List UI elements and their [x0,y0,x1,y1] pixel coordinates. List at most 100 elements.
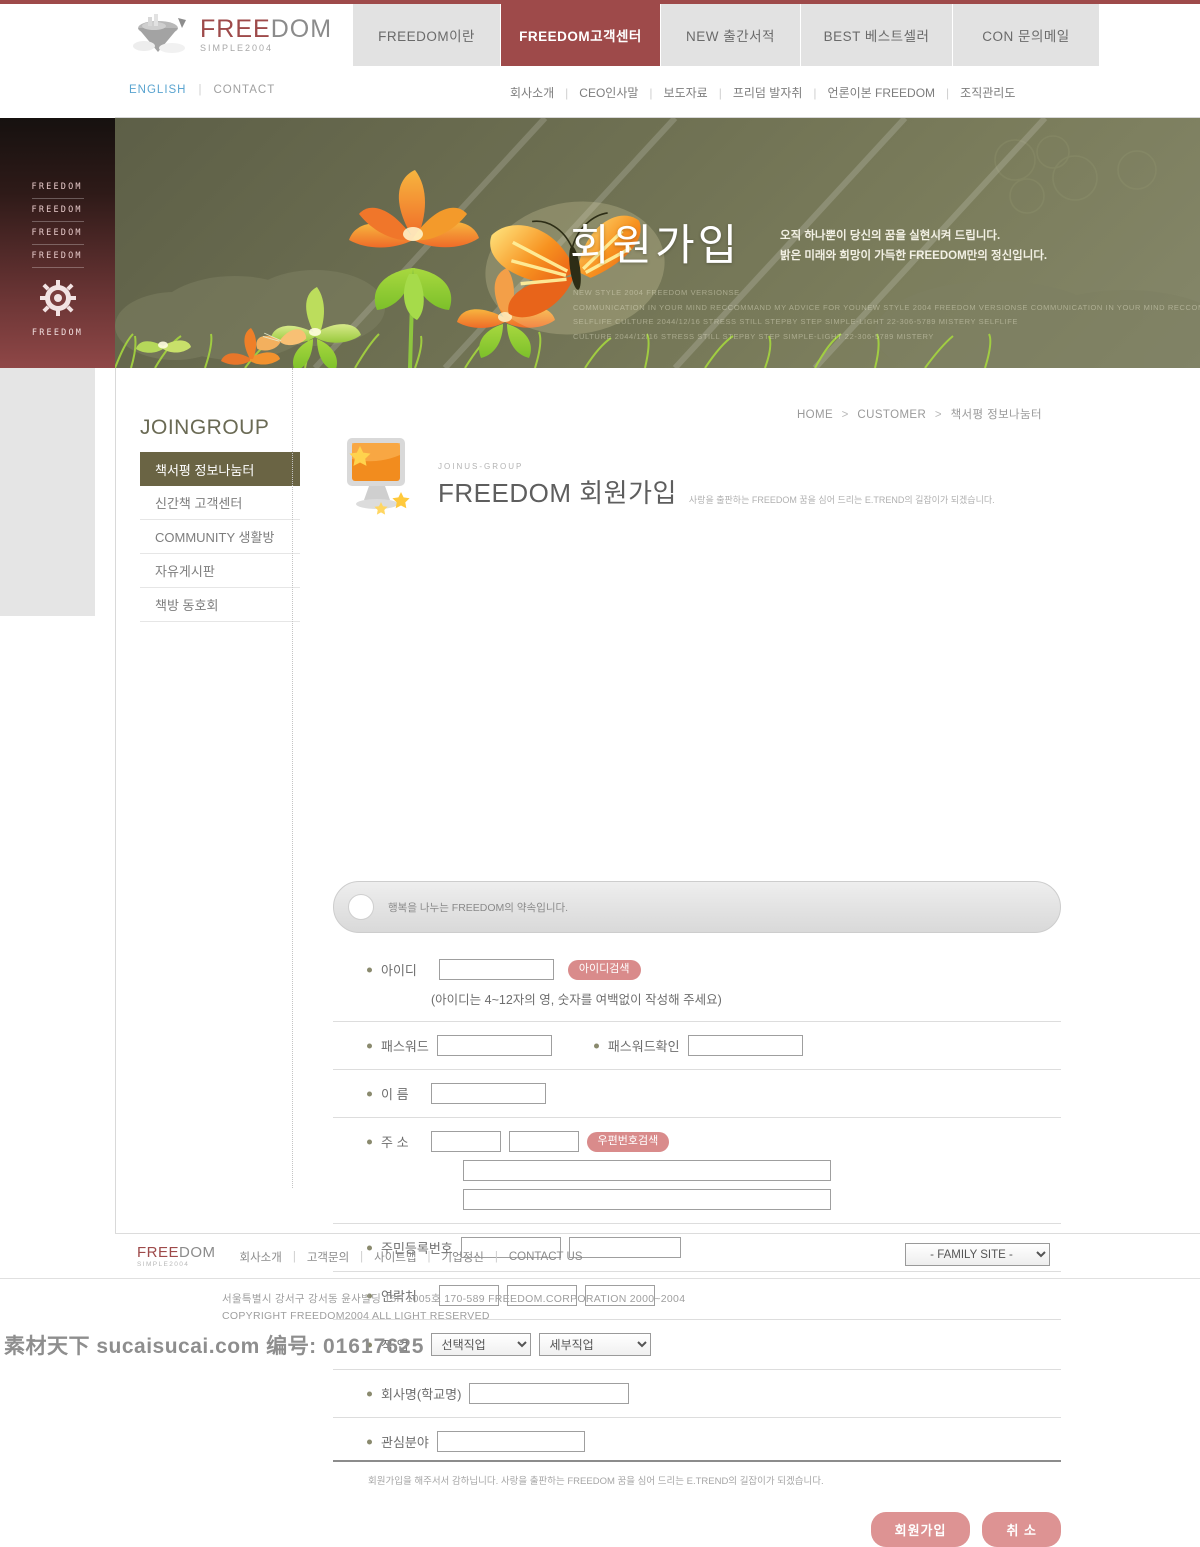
left-decor-strip: FREEDOM FREEDOM FREEDOM FREEDOM FREEDOM [0,118,115,368]
zipcode-search-button[interactable]: 우편번호검색 [586,1131,670,1152]
page-eyebrow: JOINUS-GROUP [438,462,524,471]
footer-copyright: COPYRIGHT FREEDOM2004 ALL LIGHT RESERVED [222,1310,490,1323]
main-nav-item-3[interactable]: BEST 베스트셀러 [801,4,953,66]
footer-link-0[interactable]: 회사소개 [240,1249,282,1265]
side-strip-labels: FREEDOM FREEDOM FREEDOM FREEDOM [31,176,84,268]
breadcrumb-separator-2: > [934,409,942,421]
main-nav-label: FREEDOM이란 [378,29,475,44]
banner-micro-line-3: CULTURE 2044/12/16 STRESS STILL STEPBY S… [573,331,935,341]
content-left-border [115,368,116,1233]
sub-nav-item-5[interactable]: 조직관리도 [960,84,1015,101]
lnb-item-3[interactable]: 자유게시판 [140,554,300,588]
main-nav-item-1[interactable]: FREEDOM고객센터 [501,4,661,66]
sub-nav-item-0[interactable]: 회사소개 [510,84,554,101]
id-check-button[interactable]: 아이디검색 [567,959,641,980]
copyright-block: 서울특별시 강서구 강서동 윤사빌딩 15F 1005호 170-589 FRE… [222,1291,685,1326]
hero-banner-area: FREEDOM FREEDOM FREEDOM FREEDOM FREEDOM … [0,118,1200,368]
lnb-item-label: 책방 동호회 [155,598,219,613]
label-interest: 관심분야 [367,1432,429,1451]
footer-logo-tagline: SIMPLE2004 [137,1261,190,1268]
watermark-site-cn: 素材天下 [4,1335,90,1358]
banner-micro-line-2: SELFLIFE CULTURE 2044/12/16 STRESS STILL… [573,317,1019,327]
sub-nav-separator: | [946,85,950,100]
address-zip1-input[interactable] [430,1131,501,1152]
site-logo[interactable]: FREEDOM SIMPLE2004 [118,4,353,66]
form-row-name: 이 름 [333,1070,1061,1118]
logo-tagline: SIMPLE2004 [200,43,274,53]
company-input[interactable] [469,1383,630,1404]
address-line2-input[interactable] [463,1189,831,1210]
form-footer-note: 회원가입을 해주서서 감하닙니다. 사랑을 출판하는 FREEDOM 꿈을 심어… [368,1476,824,1487]
sub-nav-item-3[interactable]: 프리덤 발자취 [733,84,803,101]
footer-link-4[interactable]: CONTACT US [509,1251,583,1263]
interest-input[interactable] [436,1431,585,1452]
notice-banner: 행복을 나누는 FREEDOM의 약속입니다. [333,881,1061,933]
page-description: 사랑을 출판하는 FREEDOM 꿈을 심어 드리는 E.TREND의 길잡이가… [688,495,995,505]
contact-link[interactable]: CONTACT [214,84,276,96]
floating-island-icon [132,10,194,60]
footer-logo-part1: FREE [137,1244,180,1261]
main-nav-label: BEST 베스트셀러 [823,29,930,44]
form-bottom-divider [333,1460,1061,1462]
side-strip-label-1[interactable]: FREEDOM [32,199,84,221]
footer-link-1[interactable]: 고객문의 [307,1249,349,1265]
sub-nav-item-2[interactable]: 보도자료 [664,84,708,101]
monitor-icon [335,436,430,518]
lnb-item-label: COMMUNITY 생활방 [155,530,275,545]
logo-wordmark: FREEDOM SIMPLE2004 [200,17,332,53]
side-strip-label-2[interactable]: FREEDOM [32,222,84,244]
banner-subtitle-line1: 오직 하나뿐이 당신의 꿈을 실현시켜 드립니다. [780,230,1001,242]
sub-nav-separator: | [718,85,722,100]
page-header-text: JOINUS-GROUP FREEDOM 회원가입 [438,462,677,518]
main-nav-item-4[interactable]: CON 문의메일 [953,4,1100,66]
address-line1-wrap [367,1160,1061,1181]
footer-logo[interactable]: FREEDOM SIMPLE2004 [137,1245,216,1269]
breadcrumb-section[interactable]: CUSTOMER [857,409,926,421]
signup-cancel-button[interactable]: 취 소 [982,1512,1061,1547]
lnb-item-label: 자유게시판 [155,564,215,579]
address-zip2-input[interactable] [508,1131,579,1152]
label-password-confirm: 패스워드확인 [594,1036,680,1055]
family-site-select[interactable]: - FAMILY SITE - [905,1243,1050,1266]
lnb-item-2[interactable]: COMMUNITY 생활방 [140,520,300,554]
address-line2-wrap [367,1189,1061,1210]
header-left-filler [0,4,115,118]
lnb-item-4[interactable]: 책방 동호회 [140,588,300,622]
form-row-id: 아이디 아이디검색 (아이디는 4~12자의 영, 숫자를 여백없이 작성해 주… [333,946,1061,1022]
breadcrumb-home[interactable]: HOME [797,409,833,421]
signup-submit-button[interactable]: 회원가입 [870,1512,971,1547]
footer-link-2[interactable]: 사이트맵 [374,1249,416,1265]
lnb-item-0[interactable]: 책서평 정보나눔터 [140,452,300,486]
main-content: JOINGROUP 책서평 정보나눔터 신간책 고객센터 COMMUNITY 생활방… [0,368,1200,1547]
password-input[interactable] [436,1035,552,1056]
sub-nav-item-4[interactable]: 언론이본 FREEDOM [828,84,936,101]
footer-link-separator: | [360,1250,364,1263]
utility-links[interactable]: ENGLISH | CONTACT [129,84,275,96]
logo-text-part2: DOM [270,15,333,43]
side-strip-rule [31,267,84,268]
sub-navigation[interactable]: 회사소개 | CEO인사말 | 보도자료 | 프리덤 발자취 | 언론이본 FREEDOM | 조직… [510,84,1015,101]
footer-link-separator: | [427,1250,431,1263]
side-strip-label-3[interactable]: FREEDOM [32,245,84,267]
lnb-items[interactable]: 책서평 정보나눔터 신간책 고객센터 COMMUNITY 생활방자유게시판책방 동호… [140,452,300,622]
footer-address: 서울특별시 강서구 강서동 윤사빌딩 15F 1005호 170-589 FRE… [222,1293,686,1305]
main-nav-item-0[interactable]: FREEDOM이란 [353,4,501,66]
sub-nav-separator: | [813,85,817,100]
page-header: JOINUS-GROUP FREEDOM 회원가입 사랑을 출판하는 FREED… [335,436,1065,518]
english-link[interactable]: ENGLISH [129,84,187,96]
name-input[interactable] [430,1083,546,1104]
address-line1-input[interactable] [463,1160,831,1181]
form-row-company: 회사명(학교명) [333,1370,1061,1418]
footer-link-3[interactable]: 기업정신 [442,1249,484,1265]
side-strip-label-0[interactable]: FREEDOM [32,176,84,198]
footer-links[interactable]: 회사소개 | 고객문의 | 사이트맵 | 기업정신 | CONTACT US [240,1249,583,1265]
password-confirm-input[interactable] [687,1035,803,1056]
main-nav-item-2[interactable]: NEW 출간서적 [661,4,801,66]
local-navigation[interactable]: JOINGROUP 책서평 정보나눔터 신간책 고객센터 COMMUNITY 생활방… [140,416,300,622]
sub-nav-item-1[interactable]: CEO인사말 [579,84,638,101]
lnb-item-1[interactable]: 신간책 고객센터 [140,486,300,520]
main-navigation[interactable]: FREEDOM이란 FREEDOM고객센터 NEW 출간서적 BEST 베스트셀러 CO… [353,4,1100,66]
watermark-id-label: 编号: [266,1335,317,1358]
sub-header-bar: ENGLISH | CONTACT 회사소개 | CEO인사말 | 보도자료 | 프리덤 발… [115,66,1200,118]
id-input[interactable] [438,959,554,980]
